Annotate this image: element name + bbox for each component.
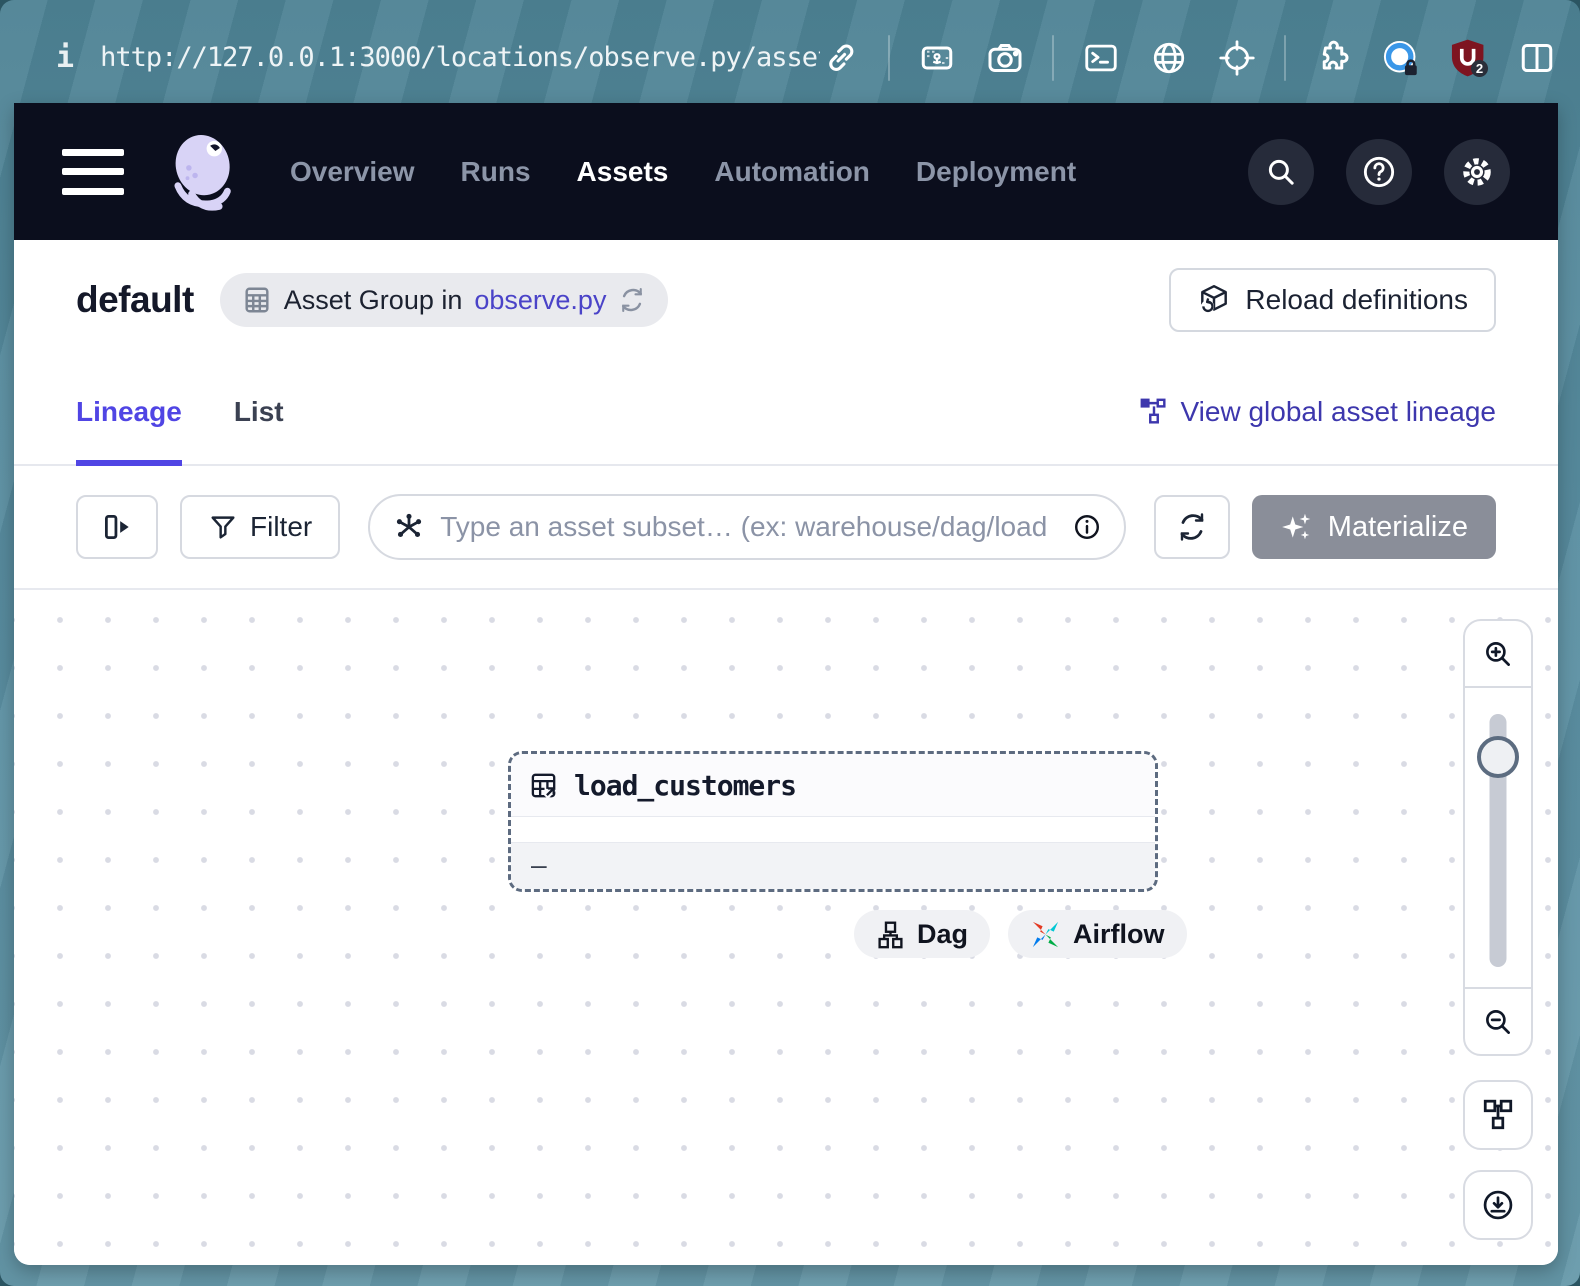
refresh-icon [1176,511,1208,543]
sync-icon[interactable] [618,286,646,314]
asset-node-status: – [511,842,1155,889]
zoom-slider-thumb[interactable] [1477,736,1519,778]
asset-node-load-customers[interactable]: load_customers – [508,751,1158,892]
observable-table-icon [529,770,560,801]
toolbar-divider [888,35,890,81]
toolbar-divider [1052,35,1054,81]
refresh-graph-button[interactable] [1154,495,1230,559]
tag-dag-label: Dag [917,919,968,950]
nav-item-automation[interactable]: Automation [714,156,870,188]
tag-airflow[interactable]: Airflow [1008,910,1187,958]
page-title: default [76,279,194,321]
globe-icon[interactable] [1148,37,1190,79]
download-image-button[interactable] [1463,1170,1533,1240]
password-manager-icon[interactable] [1380,37,1422,79]
tabs-row: Lineage List View global asset lineage [14,360,1558,466]
terminal-icon[interactable] [1080,37,1122,79]
search-icon [1264,155,1298,189]
help-button[interactable] [1346,139,1412,205]
code-location-icon [242,285,272,315]
nav-links: Overview Runs Assets Automation Deployme… [290,156,1076,188]
reload-definitions-label: Reload definitions [1245,284,1468,316]
top-navbar: Overview Runs Assets Automation Deployme… [14,103,1558,240]
badge-file-link[interactable]: observe.py [474,285,606,316]
asset-subset-input[interactable] [440,511,1058,543]
tag-dag[interactable]: Dag [854,910,990,958]
link-icon[interactable] [820,37,862,79]
browser-bar: i http://127.0.0.1:3000/locations/observ… [14,12,1558,103]
materialize-label: Materialize [1328,511,1468,544]
dagster-app-window: Overview Runs Assets Automation Deployme… [14,103,1558,1265]
view-global-asset-lineage-link[interactable]: View global asset lineage [1139,396,1496,428]
airflow-logo-icon [1030,919,1061,950]
rearrange-graph-button[interactable] [1463,1080,1533,1150]
url-info-icon[interactable]: i [56,40,74,75]
info-icon[interactable] [1072,512,1102,542]
dagster-logo-icon[interactable] [160,128,248,216]
tag-airflow-label: Airflow [1073,919,1165,950]
nav-item-assets[interactable]: Assets [577,156,669,188]
hamburger-menu-button[interactable] [62,149,124,195]
asset-subset-search[interactable] [368,494,1126,560]
gear-icon [1459,154,1495,190]
help-icon [1360,153,1398,191]
reload-definitions-button[interactable]: Reload definitions [1169,268,1496,332]
nav-item-overview[interactable]: Overview [290,156,415,188]
filter-funnel-icon [208,512,238,542]
filter-button[interactable]: Filter [180,495,340,559]
graph-layout-icon [1481,1098,1515,1132]
toolbar-divider [1284,35,1286,81]
nav-item-runs[interactable]: Runs [461,156,531,188]
asset-node-status-value: – [531,851,547,881]
download-icon [1480,1187,1516,1223]
image-capture-icon[interactable] [916,37,958,79]
asset-tags: Dag Airflow [854,910,1187,958]
lineage-graph-icon [1139,397,1169,427]
nav-item-deployment[interactable]: Deployment [916,156,1076,188]
badge-text: Asset Group in [284,285,463,316]
filter-label: Filter [250,511,312,543]
split-view-icon[interactable] [1516,37,1558,79]
materialize-button[interactable]: Materialize [1252,495,1496,559]
sparkles-icon [1280,510,1314,544]
camera-icon[interactable] [984,37,1026,79]
zoom-out-button[interactable] [1465,987,1531,1054]
zoom-in-icon [1481,637,1515,671]
url-text[interactable]: http://127.0.0.1:3000/locations/observe.… [100,42,820,73]
settings-button[interactable] [1444,139,1510,205]
asset-graph-asterisk-icon [392,510,426,544]
search-button[interactable] [1248,139,1314,205]
asset-node-body [511,817,1155,842]
asset-node-title: load_customers [574,769,796,802]
zoom-in-button[interactable] [1465,621,1531,688]
asset-group-badge[interactable]: Asset Group in observe.py [220,273,669,327]
crosshair-icon[interactable] [1216,37,1258,79]
dag-icon [876,920,905,949]
tab-lineage[interactable]: Lineage [76,360,182,464]
expand-panel-button[interactable] [76,495,158,559]
tab-list[interactable]: List [234,360,284,464]
reload-definitions-icon [1197,283,1231,317]
extensions-puzzle-icon[interactable] [1312,37,1354,79]
lineage-canvas[interactable]: load_customers – Dag [14,588,1558,1265]
lineage-toolbar: Filter [14,466,1558,588]
zoom-slider[interactable] [1465,688,1531,987]
panel-toggle-icon [100,510,134,544]
zoom-out-icon [1481,1005,1515,1039]
zoom-control-panel [1463,619,1533,1056]
page-header: default Asset Group in observe.py Reload… [14,240,1558,360]
svg-text:2: 2 [1476,61,1483,76]
asset-node-header: load_customers [511,754,1155,817]
adblock-shield-icon[interactable]: 2 [1448,37,1490,79]
view-global-asset-lineage-label: View global asset lineage [1181,396,1496,428]
